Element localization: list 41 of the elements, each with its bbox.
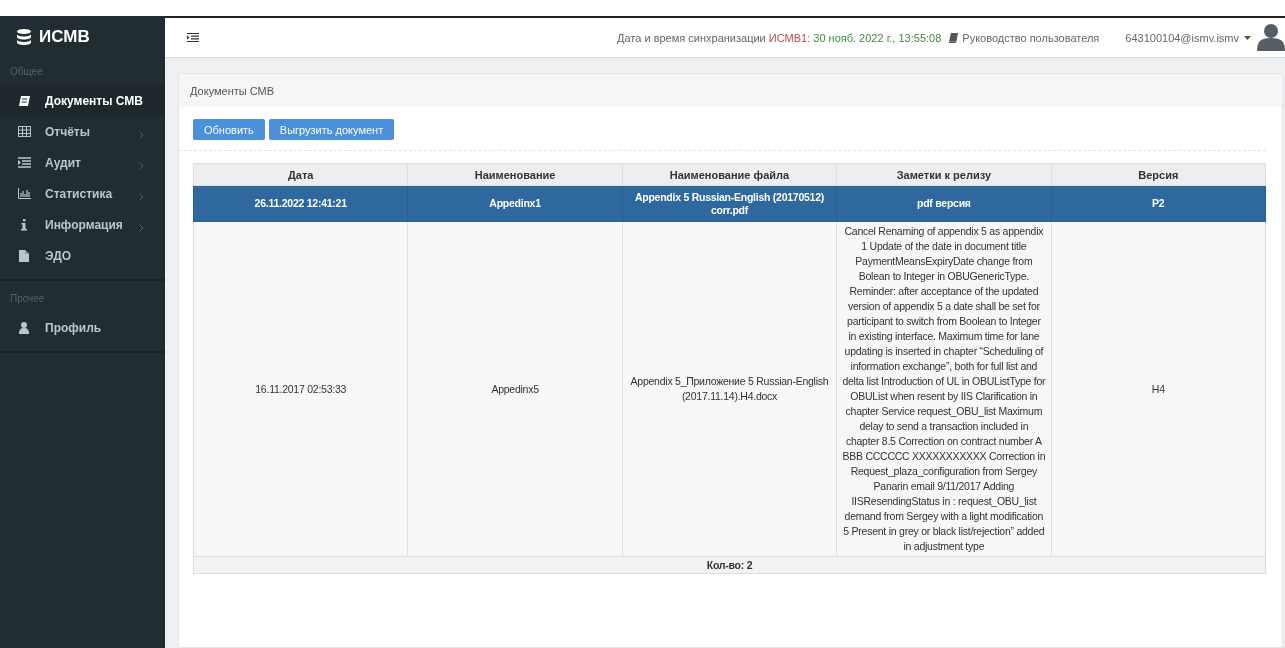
table-cell: Appedinx1 <box>407 185 623 222</box>
database-icon <box>17 29 31 45</box>
info-icon <box>21 218 27 231</box>
column-header[interactable]: Дата <box>193 163 408 186</box>
bar-chart-icon <box>17 188 31 199</box>
sync-status-text: Дата и время синхранизации ИСМВ1: 30 нояб. 2022 г., 13:55:08 <box>617 31 942 44</box>
caret-icon <box>1244 35 1251 40</box>
file-icon <box>19 249 29 262</box>
table-cell: P2 <box>1051 185 1266 222</box>
table-cell: Appendix 5 Russian-English (20170512) corr.pdf <box>622 185 837 222</box>
table-cell: 16.11.2017 02:53:33 <box>193 221 408 557</box>
table-cell: pdf версия <box>836 185 1052 222</box>
sidebar-item[interactable]: Информация <box>0 209 165 240</box>
user-icon <box>19 321 29 334</box>
book-icon <box>17 94 31 107</box>
app-logo-text: ИСМВ <box>39 27 90 47</box>
sidebar-item[interactable]: Отчёты <box>0 116 165 147</box>
sidebar-section-label: Прочее <box>9 292 46 306</box>
sidebar-section-label: Общее <box>9 65 44 79</box>
sidebar-item[interactable]: Профиль <box>0 312 165 343</box>
table-cell: Cancel Renaming of appendix 5 as appendix 1 Update of the date in document title PaymentMeansExpiryDate change from Bolean to Integer in OBUGenericType. Reminder: after acceptance of the updated version of appendix 5 a date shall be set for participant to switch from Boolean to Integer in existing interface. Maximum time for lane updating is inserted in chapter “Scheduling of information exchange”, both for full list and delta list Introduction of UL in OBUListType for OBUList when resent by IIS Clarification in chapter Service request_OBU_list Maximum delay to send a transaction included in chapter 8.5 Correction on contract number A BBB CCCCCC XXXXXXXXXXX Correction in Request_plaza_configuration from Sergey Panarin email 9/11/2017 Adding IISResendingStatus in : request_OBU_list demand from Sergey with a light modification 5 Present in grey or black list/rejection” added in adjustment type <box>836 221 1052 557</box>
sidebar-item[interactable]: Аудит <box>0 147 165 178</box>
sidebar-item[interactable]: Статистика <box>0 178 165 209</box>
table-cell: H4 <box>1051 221 1266 557</box>
column-header[interactable]: Заметки к релизу <box>836 163 1052 186</box>
user-avatar-icon[interactable] <box>1257 24 1285 51</box>
table-icon <box>17 126 31 137</box>
sidebar-item[interactable]: Документы СМВ <box>0 85 165 116</box>
panel-title: Документы СМВ <box>179 74 1282 107</box>
user-menu[interactable]: 643100104@ismv.ismv <box>1125 31 1251 44</box>
menu-icon[interactable] <box>187 33 199 42</box>
column-header[interactable]: Наименование <box>407 163 623 186</box>
user-guide-link[interactable]: Руководство пользователя <box>949 31 1100 44</box>
list-icon <box>17 157 31 168</box>
book-icon <box>949 32 959 43</box>
table-cell: Appendix 5_Приложение 5 Russian-English (2017.11.14).H4.docx <box>622 221 837 557</box>
sidebar-item[interactable]: ЭДО <box>0 240 165 271</box>
table-cell: Appedinx5 <box>407 221 623 557</box>
column-header[interactable]: Наименование файла <box>622 163 837 186</box>
column-header[interactable]: Версия <box>1051 163 1266 186</box>
table-cell: 26.11.2022 12:41:21 <box>193 185 408 222</box>
